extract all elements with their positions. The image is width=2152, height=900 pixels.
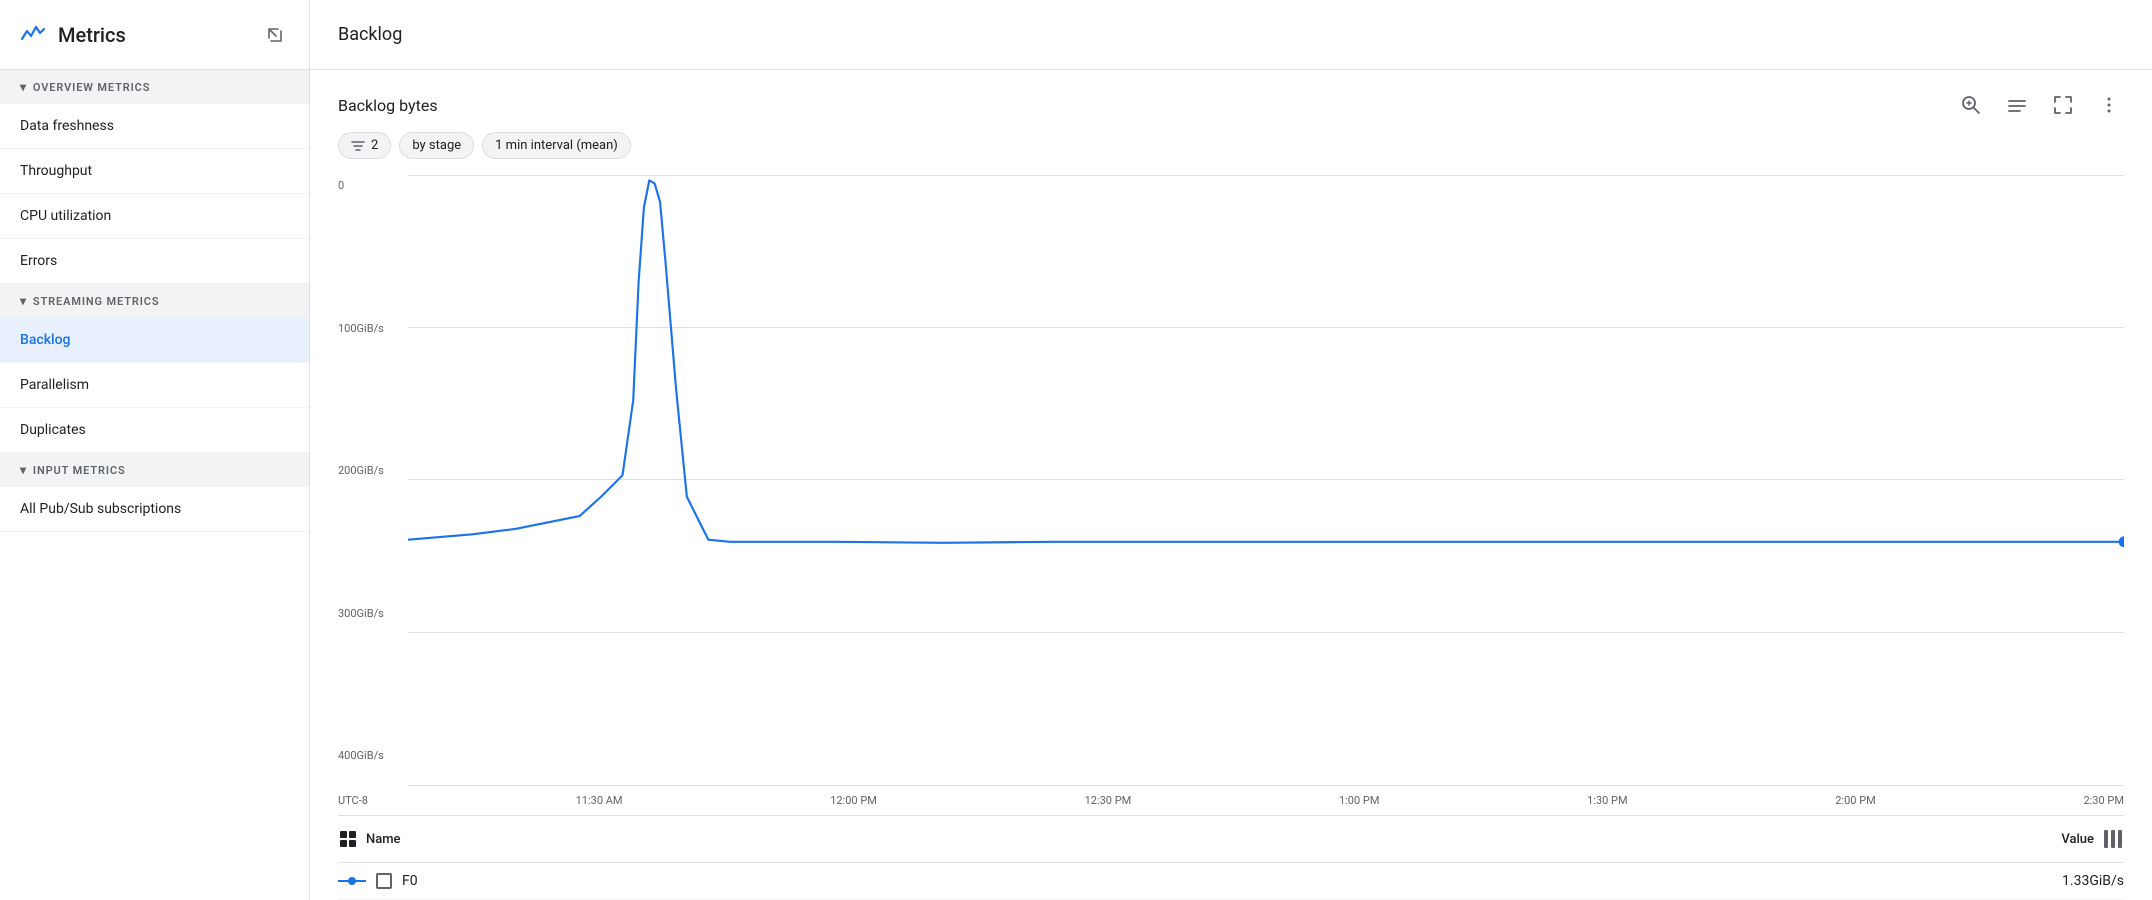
sidebar-header: Metrics [0, 0, 309, 70]
y-label-200: 200GiB/s [338, 464, 400, 477]
chevron-down-icon-3: ▾ [20, 463, 27, 477]
grid-icon [338, 829, 358, 849]
series-value: 1.33GiB/s [2062, 873, 2124, 889]
legend-row-name: F0 [338, 873, 418, 889]
y-label-100: 100GiB/s [338, 322, 400, 335]
legend-header-name: Name [338, 829, 401, 849]
series-name: F0 [402, 873, 418, 889]
chart-area: 400GiB/s 300GiB/s 200GiB/s 100GiB/s 0 [338, 175, 2124, 807]
filter-chip-stage[interactable]: by stage [399, 132, 474, 159]
filter-interval-label: 1 min interval (mean) [495, 138, 618, 153]
y-axis: 400GiB/s 300GiB/s 200GiB/s 100GiB/s 0 [338, 175, 408, 786]
chart-svg [408, 175, 2124, 561]
chart-plot [408, 175, 2124, 786]
chart-title: Backlog bytes [338, 96, 438, 115]
grid-line-100 [408, 632, 2124, 633]
chart-title-row: Backlog bytes [338, 90, 2124, 120]
y-label-400: 400GiB/s [338, 749, 400, 762]
x-label-1200pm: 12:00 PM [830, 794, 877, 807]
section-input-label: INPUT METRICS [33, 464, 126, 477]
chart-actions [1956, 90, 2124, 120]
nav-item-all-pubsub[interactable]: All Pub/Sub subscriptions [0, 487, 309, 532]
nav-item-backlog[interactable]: Backlog [0, 318, 309, 363]
nav-item-throughput[interactable]: Throughput [0, 149, 309, 194]
legend-table: Name Value [338, 815, 2124, 900]
column-picker-icon[interactable] [2102, 828, 2124, 850]
chart-container: Backlog bytes [310, 70, 2152, 900]
legend-button[interactable] [2002, 90, 2032, 120]
y-label-300: 300GiB/s [338, 607, 400, 620]
x-label-1230pm: 12:30 PM [1085, 794, 1132, 807]
x-label-100pm: 1:00 PM [1339, 794, 1379, 807]
legend-name-label: Name [366, 832, 401, 847]
x-label-1130am: 11:30 AM [576, 794, 623, 807]
sidebar-title-row: Metrics [20, 21, 126, 49]
chevron-down-icon-2: ▾ [20, 294, 27, 308]
series-checkbox[interactable] [376, 873, 392, 889]
series-line-icon [338, 874, 366, 888]
section-streaming[interactable]: ▾ STREAMING METRICS [0, 284, 309, 318]
filter-stage-label: by stage [412, 138, 461, 153]
section-streaming-label: STREAMING METRICS [33, 295, 160, 308]
filter-icon [351, 139, 365, 153]
x-label-200pm: 2:00 PM [1835, 794, 1875, 807]
section-input[interactable]: ▾ INPUT METRICS [0, 453, 309, 487]
chart-grid: 400GiB/s 300GiB/s 200GiB/s 100GiB/s 0 [338, 175, 2124, 786]
filter-chip-interval[interactable]: 1 min interval (mean) [482, 132, 631, 159]
fullscreen-button[interactable] [2048, 90, 2078, 120]
main-content: Backlog Backlog bytes [310, 0, 2152, 900]
more-options-button[interactable] [2094, 90, 2124, 120]
nav-item-errors[interactable]: Errors [0, 239, 309, 284]
x-axis: UTC-8 11:30 AM 12:00 PM 12:30 PM 1:00 PM… [338, 790, 2124, 807]
sidebar-title: Metrics [58, 23, 126, 47]
x-label-230pm: 2:30 PM [2083, 794, 2123, 807]
nav-item-data-freshness[interactable]: Data freshness [0, 104, 309, 149]
legend-header-value: Value [2061, 828, 2124, 850]
metrics-icon [20, 21, 48, 49]
page-header: Backlog [310, 0, 2152, 70]
legend-header: Name Value [338, 816, 2124, 863]
sidebar: Metrics ▾ OVERVIEW METRICS Data freshnes… [0, 0, 310, 900]
nav-item-duplicates[interactable]: Duplicates [0, 408, 309, 453]
chevron-down-icon: ▾ [20, 80, 27, 94]
filter-count-label: 2 [371, 138, 378, 153]
legend-value-label: Value [2061, 832, 2094, 847]
section-overview[interactable]: ▾ OVERVIEW METRICS [0, 70, 309, 104]
filter-row: 2 by stage 1 min interval (mean) [338, 132, 2124, 159]
nav-item-cpu-utilization[interactable]: CPU utilization [0, 194, 309, 239]
x-label-130pm: 1:30 PM [1587, 794, 1627, 807]
section-overview-label: OVERVIEW METRICS [33, 81, 150, 94]
collapse-button[interactable] [261, 21, 289, 49]
y-label-0: 0 [338, 179, 400, 192]
page-title: Backlog [338, 24, 402, 45]
legend-row: F0 1.33GiB/s [338, 863, 2124, 900]
filter-chip-count[interactable]: 2 [338, 132, 391, 159]
nav-item-parallelism[interactable]: Parallelism [0, 363, 309, 408]
search-button[interactable] [1956, 90, 1986, 120]
x-label-utc8: UTC-8 [338, 794, 368, 807]
